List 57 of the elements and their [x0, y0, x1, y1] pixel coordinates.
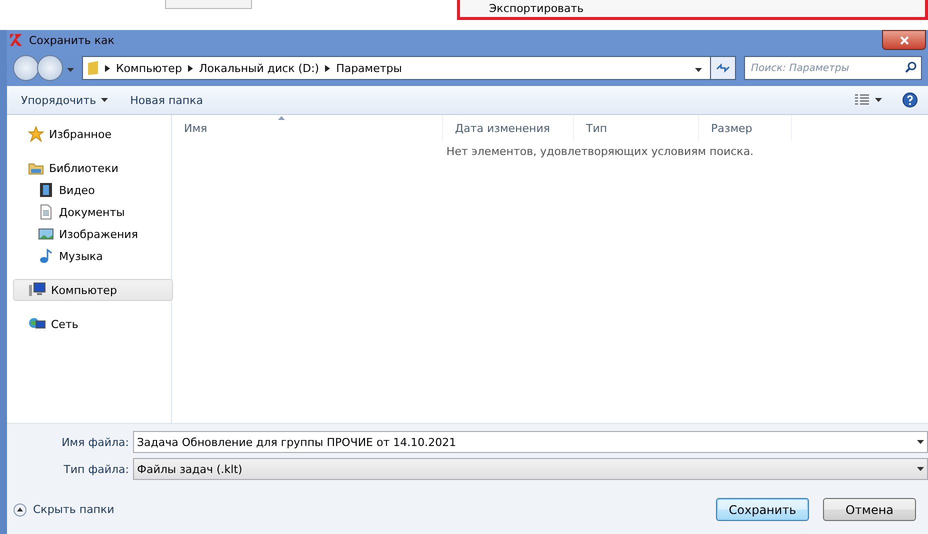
back-button[interactable]	[13, 55, 39, 81]
music-note-icon	[38, 248, 54, 264]
breadcrumb-item[interactable]: Локальный диск (D:)	[198, 62, 320, 74]
caret-icon	[695, 68, 702, 72]
computer-icon	[28, 282, 46, 298]
close-button[interactable]	[882, 30, 926, 50]
cancel-button[interactable]: Отмена	[823, 498, 916, 521]
sidebar-item[interactable]: Избранное	[13, 123, 173, 145]
document-icon	[38, 204, 54, 220]
collapse-icon	[13, 502, 27, 516]
column-header[interactable]: Дата изменения	[443, 115, 574, 141]
refresh-button[interactable]	[711, 56, 736, 80]
caret-icon	[916, 467, 924, 471]
field-label: Имя файла:	[60, 436, 130, 448]
caret-icon	[101, 98, 108, 102]
breadcrumb-item[interactable]: Компьютер	[116, 62, 182, 74]
sidebar-item[interactable]: Библиотеки	[13, 157, 173, 179]
toolbar-button[interactable]: Упорядочить	[21, 94, 108, 106]
address-bar[interactable]: Компьютер Локальный диск (D:) Параметры	[82, 56, 711, 80]
save-button[interactable]: Сохранить	[716, 498, 809, 521]
chevron-right-icon	[325, 64, 330, 72]
app-logo-icon	[9, 33, 23, 47]
forward-button[interactable]	[37, 55, 63, 81]
menu-item[interactable]: Экспортировать	[457, 0, 928, 20]
star-icon	[28, 126, 44, 142]
window-title: Сохранить как	[29, 34, 114, 46]
refresh-icon	[716, 63, 730, 73]
column-header[interactable]: Тип	[574, 115, 699, 141]
chevron-right-icon	[105, 64, 110, 72]
view-button[interactable]	[855, 94, 882, 106]
empty-message: Нет элементов, удовлетворяющих условиям поиска.	[446, 145, 754, 158]
search-box[interactable]: Поиск: Параметры	[744, 56, 922, 80]
field-label: Тип файла:	[62, 462, 130, 476]
help-icon[interactable]	[902, 92, 918, 108]
breadcrumb-item[interactable]: Параметры	[336, 62, 402, 74]
toolbar-button[interactable]: Новая папка	[130, 94, 203, 106]
caret-icon	[67, 68, 74, 72]
file-type-dropdown[interactable]: Файлы задач (.klt)	[133, 458, 928, 480]
close-icon	[900, 36, 908, 44]
hide-folders-button[interactable]: Скрыть папки	[13, 502, 114, 516]
list-view-icon	[855, 94, 869, 106]
sidebar-item[interactable]: Сеть	[13, 313, 173, 335]
search-field[interactable]: Поиск: Параметры	[745, 57, 901, 79]
caret-icon	[916, 440, 924, 444]
column-header[interactable]: Размер	[699, 115, 792, 141]
sidebar-item[interactable]: Видео	[13, 179, 173, 201]
sidebar-item[interactable]: Музыка	[13, 245, 173, 267]
sidebar-item[interactable]: Компьютер	[13, 279, 173, 301]
sort-arrow-icon	[278, 116, 285, 120]
search-icon	[905, 60, 917, 72]
picture-icon	[38, 226, 54, 242]
sidebar-item[interactable]: Документы	[13, 201, 173, 223]
caret-icon	[875, 98, 882, 102]
folder-icon	[87, 60, 99, 76]
sidebar-item[interactable]: Изображения	[13, 223, 173, 245]
chevron-right-icon	[188, 64, 193, 72]
film-icon	[38, 182, 54, 198]
